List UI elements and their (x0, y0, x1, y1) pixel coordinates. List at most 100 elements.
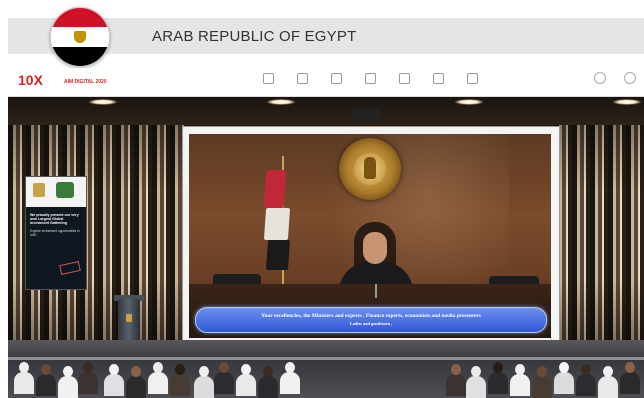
audience-member (126, 364, 146, 398)
audience-body (126, 376, 146, 398)
audience-body (258, 376, 278, 398)
audience-head (109, 364, 119, 375)
flag-black-stripe (51, 46, 109, 66)
egypt-flag-icon (50, 7, 110, 67)
audience-body (466, 376, 486, 398)
uae-emblem-icon (33, 183, 45, 197)
subtitle-line-2: Ladies and gentlemen , (349, 321, 393, 326)
audience-member (488, 360, 508, 394)
stamp-icon (59, 261, 81, 275)
stage (8, 340, 644, 358)
wood-panel-wall-right (554, 125, 644, 345)
audience-head (199, 366, 209, 377)
chat-icon (398, 73, 410, 84)
sound-icon (432, 73, 444, 84)
audience-member (78, 360, 98, 394)
nav-back-button[interactable] (256, 71, 280, 93)
event-logo[interactable]: 10X (18, 72, 43, 88)
audience-member (466, 364, 486, 398)
audience-body (58, 376, 78, 398)
back-icon (262, 73, 274, 84)
program-icon (466, 73, 478, 84)
event-title[interactable]: AIM DIGITAL 2020 (64, 79, 107, 85)
flag-red-stripe (51, 8, 109, 28)
audience-head (175, 364, 185, 375)
nav-item-1[interactable] (290, 71, 314, 93)
briefcase-icon (364, 73, 376, 84)
audience-head (131, 366, 141, 377)
government-seal-icon (339, 138, 401, 200)
nav-item-3[interactable] (358, 71, 382, 93)
nav-item-2[interactable] (324, 71, 348, 93)
podium-emblem-icon (126, 314, 132, 322)
audience-member (214, 360, 234, 394)
audience-member (554, 360, 574, 394)
microphone-icon (375, 284, 377, 298)
audience-head (515, 364, 525, 375)
audience-head (41, 364, 51, 375)
audience-member (576, 362, 596, 396)
nav-item-4[interactable] (392, 71, 416, 93)
projector (352, 109, 380, 121)
profile-icon[interactable] (624, 72, 636, 84)
audience-member (280, 360, 300, 394)
audience-body (214, 372, 234, 394)
audience-head (63, 366, 73, 377)
app-toolbar: 10X AIM DIGITAL 2020 (8, 68, 644, 97)
audience-head (285, 362, 295, 373)
audience-head (19, 362, 29, 373)
egypt-flag-black (265, 240, 291, 270)
audience-head (603, 366, 613, 377)
audience-head (471, 366, 481, 377)
event-badge-icon (56, 182, 74, 198)
audience-member (446, 362, 466, 396)
audience-body (36, 374, 56, 396)
audience-head (219, 362, 229, 373)
audience-head (493, 362, 503, 373)
audience-head (451, 364, 461, 375)
egypt-flag-white (263, 208, 291, 240)
audience-head (625, 362, 635, 373)
audience-member (258, 364, 278, 398)
audience-head (537, 366, 547, 377)
audience-member (194, 364, 214, 398)
audience-head (263, 366, 273, 377)
eagle-icon (364, 157, 376, 179)
audience-head (581, 364, 591, 375)
audience-body (620, 372, 640, 394)
audience-member (14, 360, 34, 394)
info-panel-heading: We proudly present our very own Largest … (30, 213, 79, 226)
toolbar-right (594, 72, 636, 84)
info-panel-text: We proudly present our very own Largest … (30, 213, 82, 237)
audience (8, 360, 644, 398)
audience-head (83, 362, 93, 373)
audience-member (36, 362, 56, 396)
info-panel-logos (26, 177, 86, 207)
speaker-face (363, 232, 387, 264)
audience-body (598, 376, 618, 398)
grid-icon (296, 73, 308, 84)
eagle-emblem-icon (74, 31, 86, 43)
ceiling-light (454, 99, 484, 105)
video-stream[interactable]: Your excellencies, the Ministers and exp… (189, 134, 551, 338)
audience-body (446, 374, 466, 396)
toolbar-nav (256, 71, 484, 93)
audience-member (532, 364, 552, 398)
audience-body (148, 372, 168, 394)
nav-item-6[interactable] (460, 71, 484, 93)
audience-head (153, 362, 163, 373)
audience-member (620, 360, 640, 394)
help-icon[interactable] (594, 72, 606, 84)
audience-member (598, 364, 618, 398)
nav-item-5[interactable] (426, 71, 450, 93)
audience-body (532, 376, 552, 398)
ceiling-light (612, 99, 642, 105)
audience-body (170, 374, 190, 396)
ceiling-light (266, 99, 296, 105)
audience-member (170, 362, 190, 396)
info-panel[interactable]: We proudly present our very own Largest … (25, 176, 87, 290)
ceiling-light (88, 99, 118, 105)
audience-member (148, 360, 168, 394)
audience-body (14, 372, 34, 394)
audience-body (510, 374, 530, 396)
